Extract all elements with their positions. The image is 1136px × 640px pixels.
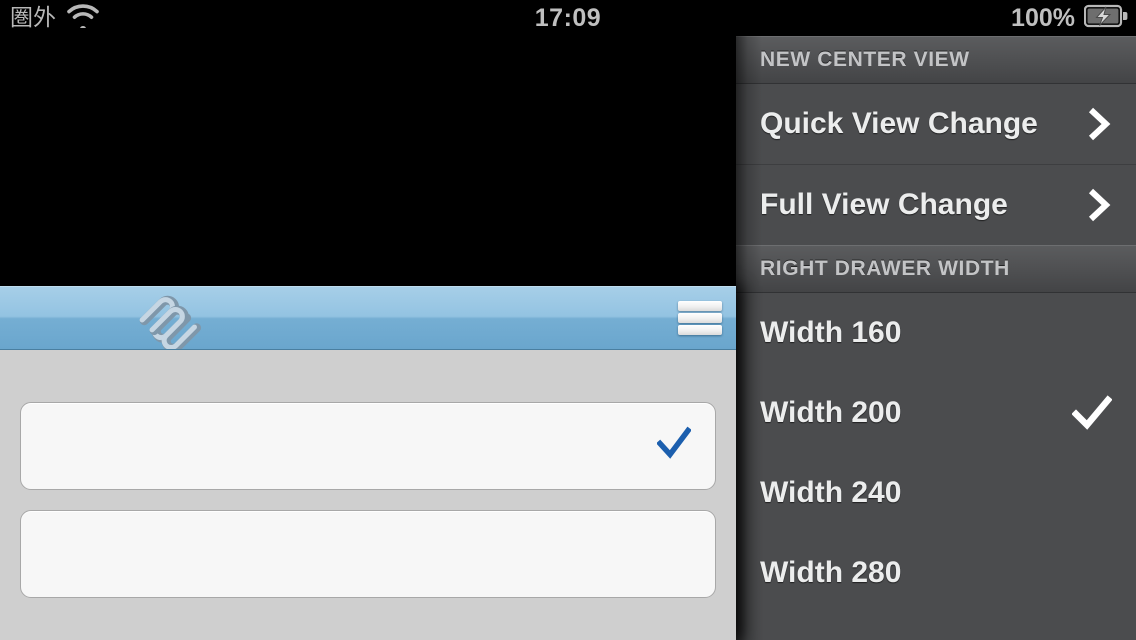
drawer-item-label: Full View Change [760, 188, 1008, 221]
status-bar: 圏外 17:09 100% [0, 0, 1136, 36]
hamburger-menu-icon[interactable] [678, 299, 722, 337]
drawer-item-full-view-change[interactable]: Full View Change [736, 165, 1136, 245]
drawer-item-quick-view-change[interactable]: Quick View Change [736, 84, 1136, 164]
drawer-item-label: Width 280 [760, 556, 902, 589]
hamburger-bar [678, 313, 722, 323]
drawer-item-width-280[interactable]: Width 280 [736, 533, 1136, 613]
section-header-right-drawer-width: RIGHT DRAWER WIDTH [736, 245, 1136, 293]
center-navbar [0, 286, 736, 350]
drawer-item-label: Quick View Change [760, 107, 1038, 140]
drawer-item-label: Width 200 [760, 396, 902, 429]
drawer-item-label: Width 240 [760, 476, 902, 509]
section-header-label: RIGHT DRAWER WIDTH [760, 257, 1010, 280]
drawer-item-width-240[interactable]: Width 240 [736, 453, 1136, 533]
table-row[interactable] [20, 510, 716, 598]
center-panel[interactable] [0, 286, 736, 640]
chevron-right-icon [1086, 188, 1112, 222]
hamburger-bar [678, 325, 722, 335]
checkmark-icon [1072, 394, 1112, 432]
center-body [0, 350, 736, 640]
hamburger-bar [678, 301, 722, 311]
chevron-right-icon [1086, 107, 1112, 141]
battery-charging-icon [1083, 4, 1128, 33]
clock-label: 17:09 [534, 4, 602, 32]
phone-screen: NEW CENTER VIEW Quick View Change Full V… [0, 0, 1136, 640]
right-drawer: NEW CENTER VIEW Quick View Change Full V… [736, 36, 1136, 640]
blue-checkmark-icon [656, 426, 692, 466]
battery-percent-label: 100% [1011, 4, 1075, 32]
table-row[interactable] [20, 402, 716, 490]
section-header-label: NEW CENTER VIEW [760, 48, 970, 71]
status-bar-right: 100% [1011, 0, 1128, 36]
section-header-new-center-view: NEW CENTER VIEW [736, 36, 1136, 84]
drawer-item-width-160[interactable]: Width 160 [736, 293, 1136, 373]
drawer-item-width-200[interactable]: Width 200 [736, 373, 1136, 453]
drawer-item-label: Width 160 [760, 316, 902, 349]
